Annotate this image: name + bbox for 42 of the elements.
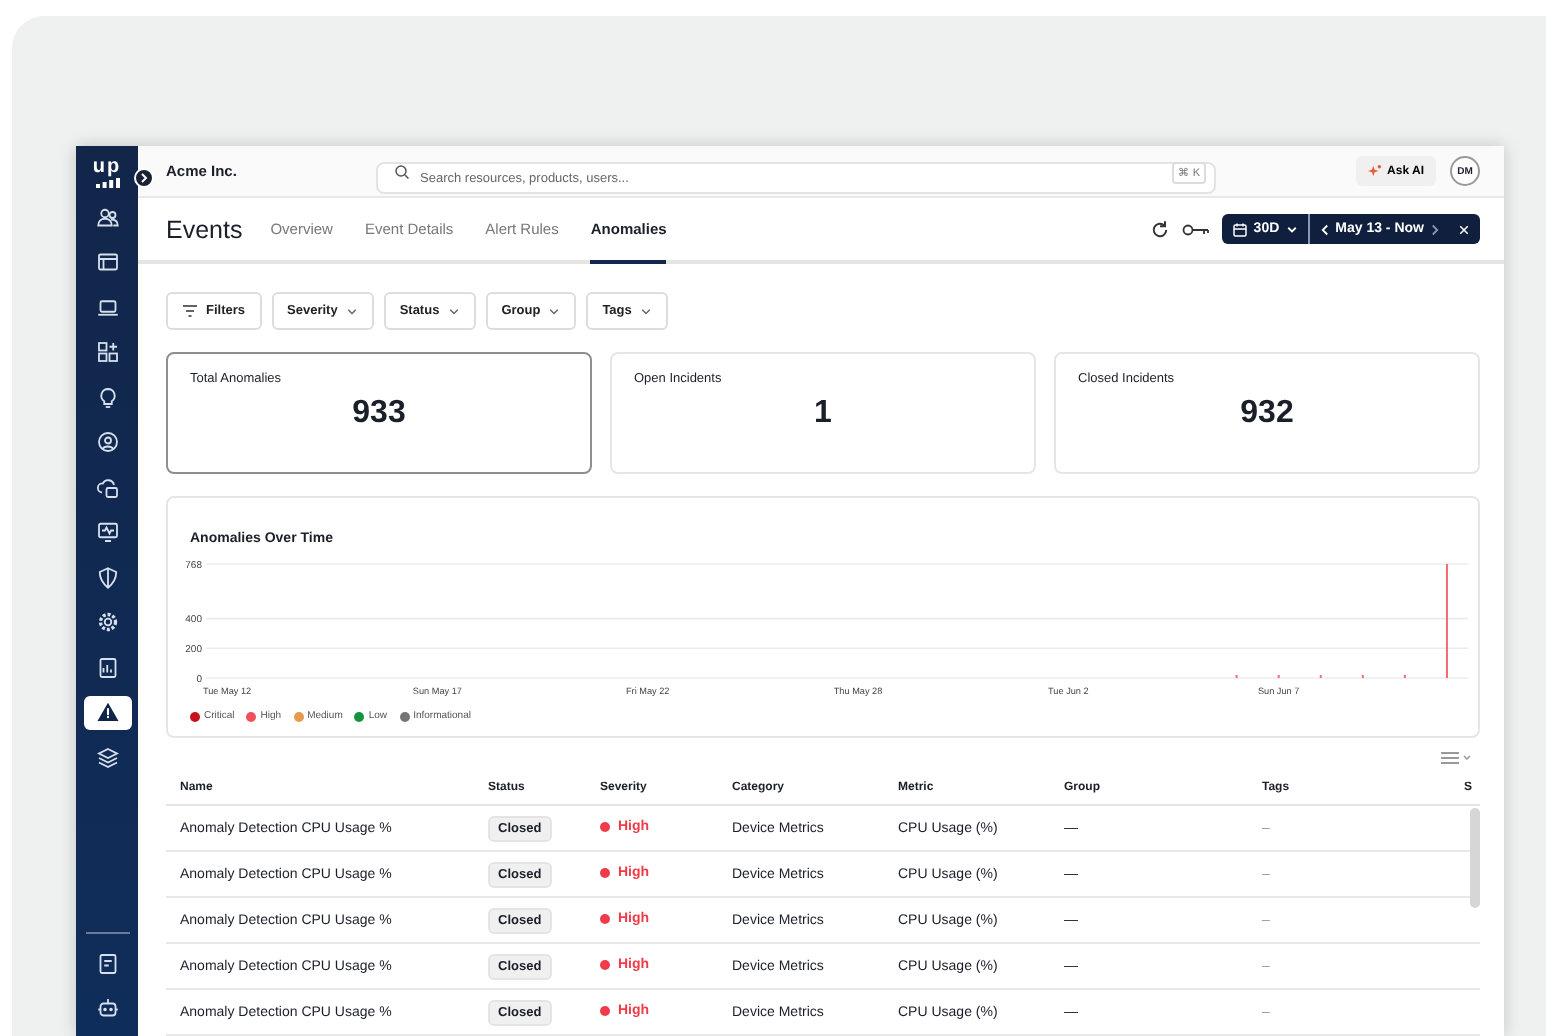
gear-icon	[95, 610, 119, 634]
chevron-right-icon	[138, 172, 150, 184]
refresh-icon	[1149, 219, 1170, 239]
filter-icon	[182, 304, 198, 318]
menu-icon	[1440, 750, 1472, 766]
shield-icon	[95, 565, 119, 589]
window-icon	[95, 250, 119, 274]
robot-icon	[95, 996, 119, 1020]
calendar-icon	[1231, 221, 1248, 237]
caret-icon	[345, 305, 358, 317]
key-icon	[1181, 221, 1210, 237]
stat-value: 933	[350, 396, 408, 432]
warning-icon	[95, 700, 119, 724]
stat-value: 932	[1238, 396, 1296, 432]
user-circle-icon	[95, 430, 119, 454]
caret-icon	[548, 305, 561, 317]
signal-bars-icon	[95, 178, 119, 188]
layers-icon	[95, 745, 119, 769]
sidebar-item[interactable]	[83, 695, 131, 729]
caret-icon	[447, 305, 460, 317]
search-icon	[394, 163, 410, 179]
laptop-icon	[95, 295, 119, 319]
stat-value: 1	[812, 396, 834, 432]
logo[interactable]: up	[92, 158, 122, 176]
caret-icon	[639, 305, 652, 317]
grid-icon	[95, 340, 119, 364]
chevron-right-icon	[1430, 223, 1440, 235]
people-icon	[95, 205, 119, 229]
page-title: Events	[166, 215, 243, 243]
report-icon	[95, 655, 119, 679]
chevron-left-icon	[1319, 223, 1330, 235]
lightbulb-icon	[95, 385, 119, 409]
caret-icon	[1285, 223, 1298, 235]
document-icon	[95, 951, 119, 975]
refresh-button[interactable]	[1149, 219, 1170, 239]
close-icon	[1458, 223, 1470, 235]
scrollbar[interactable]	[1470, 808, 1480, 908]
column-menu-button[interactable]	[1440, 750, 1472, 766]
sparkle-icon	[1367, 164, 1382, 178]
monitor-icon	[95, 520, 119, 544]
cloud-icon	[95, 475, 119, 499]
key-button[interactable]	[1181, 221, 1210, 237]
